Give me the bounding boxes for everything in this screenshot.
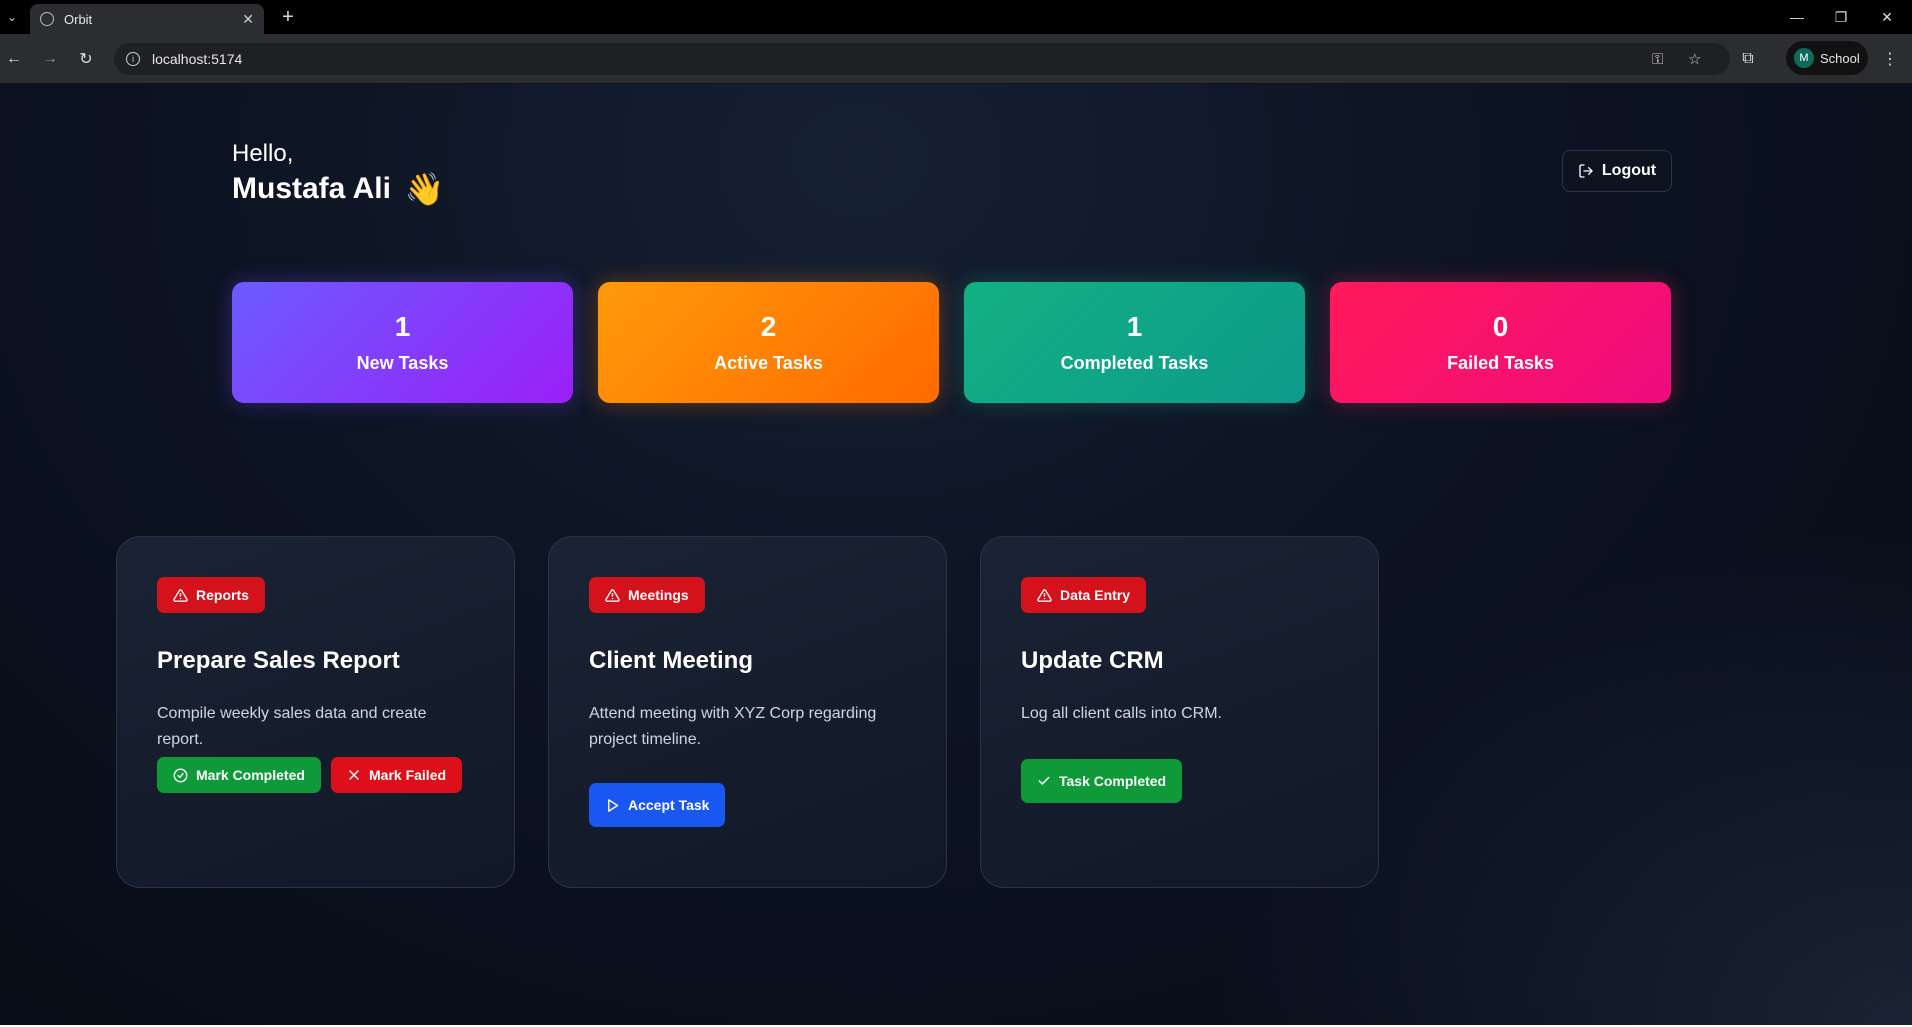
task-title: Client Meeting	[589, 647, 754, 674]
browser-menu-icon[interactable]: ⋮	[1878, 47, 1902, 71]
warning-triangle-icon	[605, 588, 620, 602]
user-name: Mustafa Ali	[232, 172, 391, 205]
mark-failed-button[interactable]: Mark Failed	[331, 757, 463, 793]
task-card: Meetings Client Meeting Attend meeting w…	[548, 536, 947, 888]
category-badge: Reports	[157, 577, 265, 613]
task-title: Update CRM	[1021, 647, 1164, 674]
stat-new-tasks: 1 New Tasks	[232, 282, 573, 403]
avatar: M	[1794, 48, 1814, 68]
category-badge: Data Entry	[1021, 577, 1147, 613]
category-label: Reports	[196, 587, 249, 603]
button-label: Mark Failed	[369, 767, 447, 783]
greeting: Hello, Mustafa Ali 👋	[232, 140, 445, 208]
reload-icon[interactable]: ↻	[74, 47, 98, 71]
forward-arrow-icon[interactable]: →	[38, 47, 62, 71]
stat-label: Active Tasks	[714, 353, 823, 373]
url-text[interactable]: localhost:5174	[152, 51, 242, 67]
address-bar[interactable]: i localhost:5174 ⚿ ☆	[114, 43, 1730, 75]
category-badge: Meetings	[589, 577, 705, 613]
task-description: Log all client calls into CRM.	[1021, 705, 1222, 722]
category-label: Meetings	[628, 587, 689, 603]
hello-text: Hello,	[232, 140, 294, 167]
check-circle-icon	[173, 768, 188, 782]
stat-value: 1	[394, 311, 411, 342]
tab-title: Orbit	[64, 11, 93, 27]
task-card: Data Entry Update CRM Log all client cal…	[980, 536, 1379, 888]
button-label: Mark Completed	[196, 767, 305, 783]
warning-triangle-icon	[173, 588, 188, 602]
task-card: Reports Prepare Sales Report Compile wee…	[116, 536, 515, 888]
tab-close-icon[interactable]: ✕	[242, 11, 254, 28]
profile-button[interactable]: M School	[1786, 41, 1868, 75]
logout-icon	[1579, 164, 1593, 178]
profile-name: School	[1820, 50, 1860, 66]
stat-active-tasks: 2 Active Tasks	[598, 282, 939, 403]
password-key-icon[interactable]: ⚿	[1652, 43, 1663, 75]
category-label: Data Entry	[1060, 587, 1131, 603]
stat-failed-tasks: 0 Failed Tasks	[1330, 282, 1671, 403]
tab-search-chevron-icon[interactable]: ⌄	[2, 6, 22, 28]
button-label: Accept Task	[628, 797, 710, 813]
button-label: Task Completed	[1059, 773, 1167, 789]
task-description: Compile weekly sales data and create rep…	[157, 705, 427, 748]
logout-button[interactable]: Logout	[1562, 150, 1672, 192]
logout-label: Logout	[1601, 162, 1657, 179]
stat-value: 1	[1126, 311, 1143, 342]
check-icon	[1038, 776, 1050, 785]
extensions-puzzle-icon[interactable]: ⧉	[1736, 47, 1760, 71]
new-tab-plus-icon[interactable]: +	[276, 6, 300, 28]
stat-label: New Tasks	[356, 353, 449, 373]
wave-emoji-icon: 👋	[404, 171, 445, 207]
window-close-icon[interactable]: ✕	[1870, 6, 1904, 28]
x-icon	[349, 770, 359, 780]
site-info-icon[interactable]: i	[126, 52, 140, 66]
accept-task-button[interactable]: Accept Task	[589, 783, 726, 827]
warning-triangle-icon	[1037, 588, 1052, 602]
task-title: Prepare Sales Report	[157, 647, 400, 674]
task-completed-button[interactable]: Task Completed	[1021, 759, 1183, 803]
restore-icon[interactable]: ❐	[1824, 6, 1858, 28]
globe-icon	[40, 12, 54, 26]
mark-completed-button[interactable]: Mark Completed	[157, 757, 321, 793]
browser-tab[interactable]: Orbit ✕	[30, 4, 264, 34]
stat-completed-tasks: 1 Completed Tasks	[964, 282, 1305, 403]
back-arrow-icon[interactable]: ←	[2, 47, 26, 71]
stat-label: Completed Tasks	[1060, 353, 1209, 373]
browser-tab-bar: ⌄ Orbit ✕ + — ❐ ✕	[0, 0, 1912, 34]
stat-label: Failed Tasks	[1447, 353, 1554, 373]
minimize-icon[interactable]: —	[1780, 6, 1814, 28]
task-description: Attend meeting with XYZ Corp regarding p…	[589, 705, 877, 748]
play-icon	[608, 798, 619, 812]
browser-toolbar: ← → ↻ i localhost:5174 ⚿ ☆ ⧉ M School ⋮	[0, 34, 1912, 84]
stat-value: 2	[760, 311, 777, 342]
stat-value: 0	[1492, 311, 1509, 342]
bookmark-star-icon[interactable]: ☆	[1688, 43, 1701, 75]
